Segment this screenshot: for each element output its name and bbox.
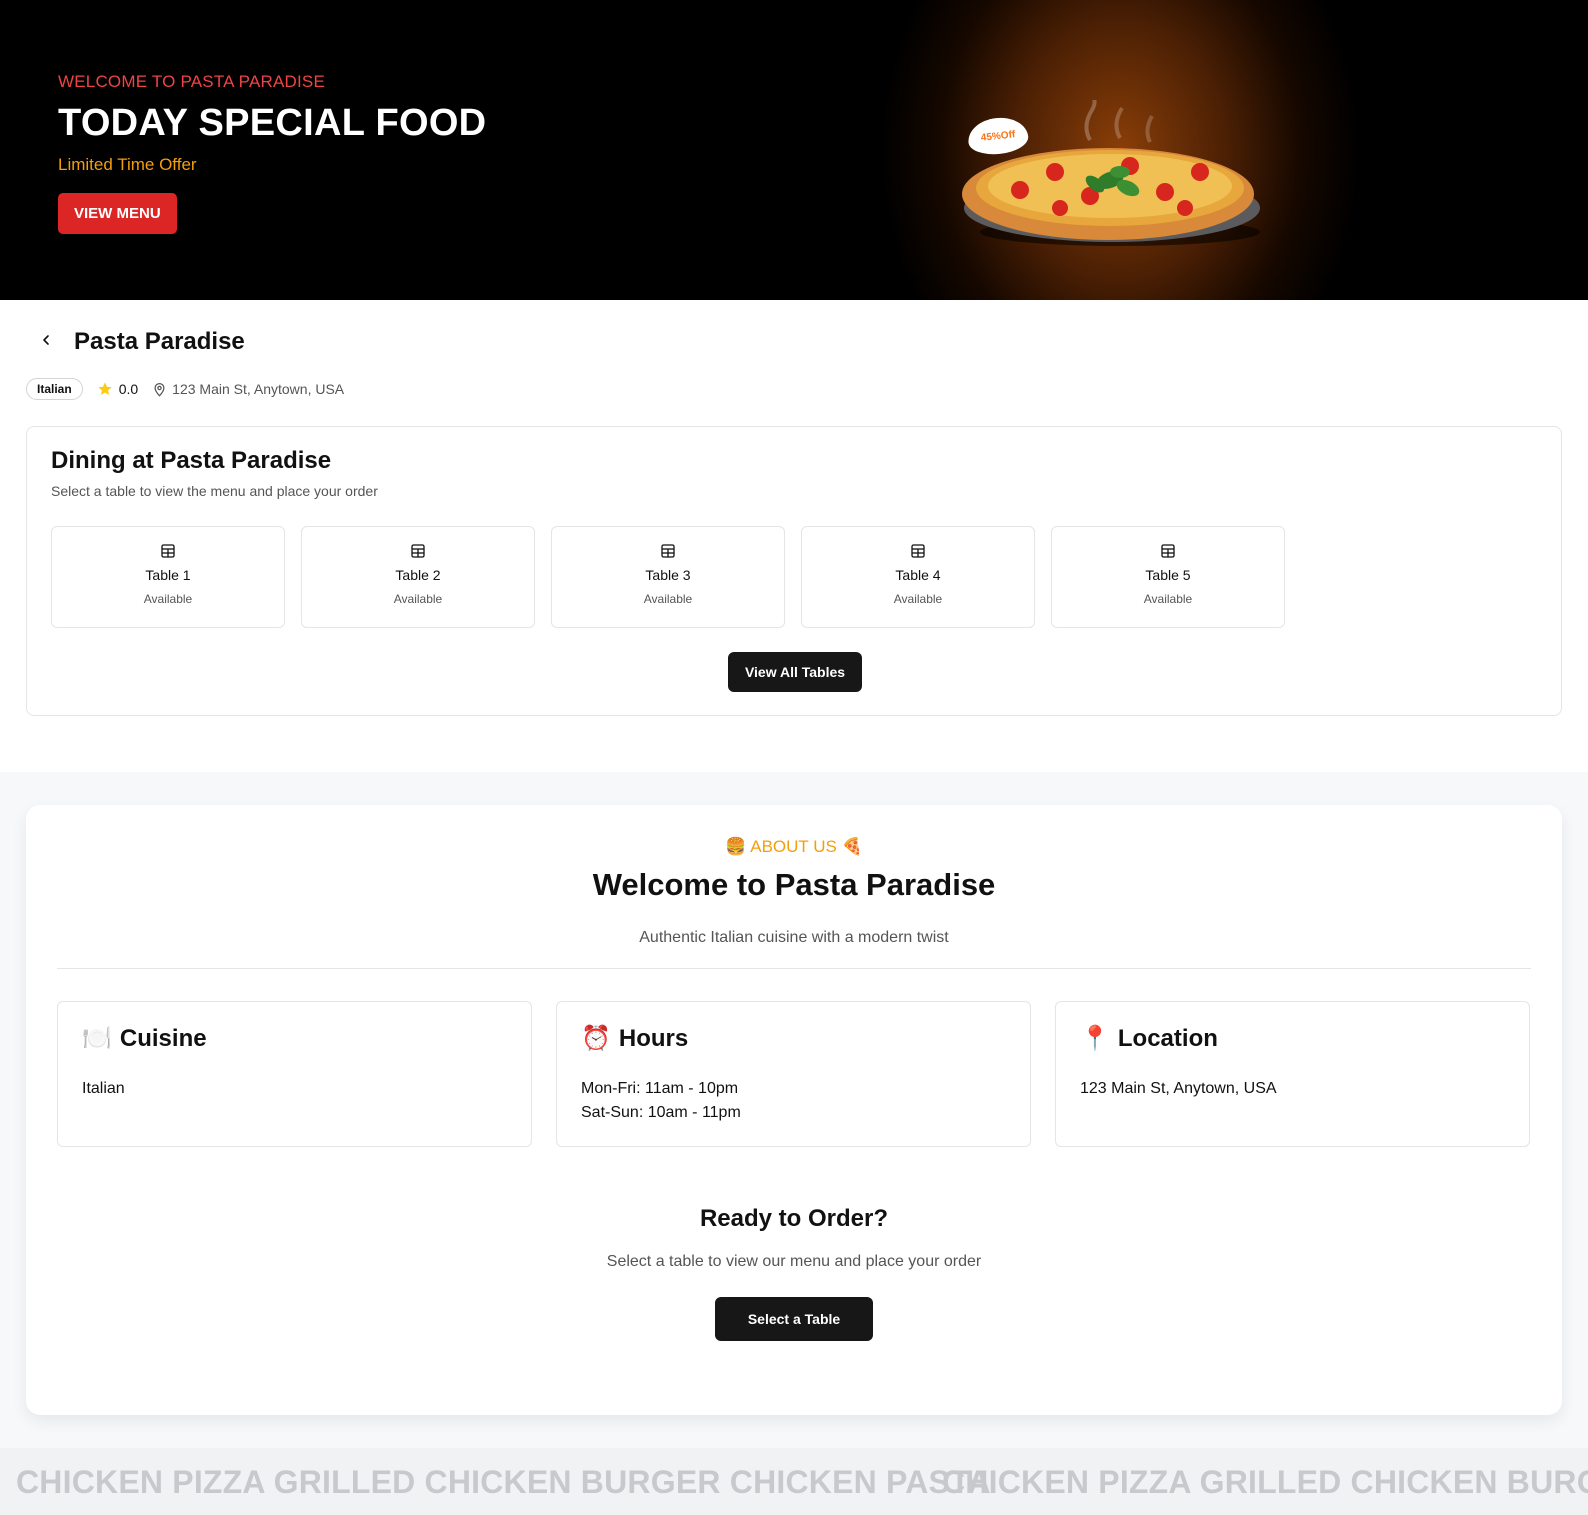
dining-subtitle: Select a table to view the menu and plac… — [51, 483, 378, 499]
table-grid-icon — [161, 544, 175, 558]
table-status: Available — [643, 592, 693, 606]
table-card-1[interactable]: Table 1 Available — [51, 526, 285, 628]
hours-card-body: Mon-Fri: 11am - 10pm Sat-Sun: 10am - 11p… — [581, 1077, 1006, 1125]
location-card: 📍 Location 123 Main St, Anytown, USA — [1055, 1001, 1530, 1147]
table-status: Available — [143, 592, 193, 606]
plate-icon: 🍽️ — [82, 1025, 112, 1052]
address-text: 123 Main St, Anytown, USA — [172, 381, 345, 397]
table-grid-icon — [411, 544, 425, 558]
about-card: 🍔 ABOUT US 🍕 Welcome to Pasta Paradise A… — [26, 805, 1562, 1415]
marquee-text: CHICKEN PIZZA GRILLED CHICKEN BURGER CHI… — [16, 1464, 991, 1500]
table-grid-icon — [911, 544, 925, 558]
table-list: Table 1 Available Table 2 Available Tabl… — [51, 526, 1285, 628]
hero-title: TODAY SPECIAL FOOD — [58, 102, 487, 144]
view-menu-button[interactable]: VIEW MENU — [58, 193, 177, 234]
cuisine-value: Italian — [82, 1080, 125, 1097]
rating-value: 0.0 — [118, 381, 139, 397]
table-grid-icon — [661, 544, 675, 558]
location-value: 123 Main St, Anytown, USA — [1080, 1080, 1277, 1097]
table-name: Table 4 — [895, 567, 941, 583]
food-marquee: CHICKEN PIZZA GRILLED CHICKEN BURGER CHI… — [0, 1448, 1588, 1515]
location-card-header: 📍 Location — [1080, 1024, 1505, 1053]
map-pin-icon — [154, 382, 165, 397]
hero-offer: Limited Time Offer — [58, 155, 197, 174]
ready-subtitle: Select a table to view our menu and plac… — [606, 1253, 982, 1270]
hours-card-title: Hours — [618, 1024, 689, 1052]
table-name: Table 2 — [395, 567, 441, 583]
cuisine-card-header: 🍽️ Cuisine — [82, 1024, 507, 1053]
rating: 0.0 — [97, 381, 138, 397]
table-name: Table 3 — [645, 567, 691, 583]
chevron-left-icon — [43, 335, 49, 345]
table-card-3[interactable]: Table 3 Available — [551, 526, 785, 628]
table-card-4[interactable]: Table 4 Available — [801, 526, 1035, 628]
marquee-text: CHICKEN PIZZA GRILLED CHICKEN BURGER — [942, 1464, 1588, 1500]
table-status: Available — [1143, 592, 1193, 606]
table-status: Available — [393, 592, 443, 606]
cuisine-card-body: Italian — [82, 1077, 507, 1101]
location: 123 Main St, Anytown, USA — [152, 381, 344, 397]
hours-card: ⏰ Hours Mon-Fri: 11am - 10pm Sat-Sun: 10… — [556, 1001, 1031, 1147]
hours-card-header: ⏰ Hours — [581, 1024, 1006, 1053]
table-grid-icon — [1161, 544, 1175, 558]
star-icon — [98, 382, 112, 395]
divider — [57, 968, 1531, 969]
hours-weekend: Sat-Sun: 10am - 11pm — [581, 1104, 741, 1121]
table-card-5[interactable]: Table 5 Available — [1051, 526, 1285, 628]
cuisine-tag: Italian — [26, 378, 83, 400]
about-subtitle: Authentic Italian cuisine with a modern … — [639, 929, 949, 946]
pushpin-icon: 📍 — [1080, 1025, 1110, 1052]
table-name: Table 5 — [1145, 567, 1191, 583]
ready-title: Ready to Order? — [699, 1205, 889, 1232]
restaurant-name: Pasta Paradise — [74, 328, 245, 355]
hours-weekday: Mon-Fri: 11am - 10pm — [581, 1080, 739, 1097]
hero-kicker: WELCOME TO PASTA PARADISE — [58, 72, 325, 91]
cuisine-card-title: Cuisine — [119, 1024, 207, 1052]
table-name: Table 1 — [145, 567, 191, 583]
location-card-body: 123 Main St, Anytown, USA — [1080, 1077, 1505, 1101]
about-kicker: 🍔 ABOUT US 🍕 — [725, 837, 863, 856]
info-cards: 🍽️ Cuisine Italian ⏰ Hours Mon-Fri: 11am… — [57, 1001, 1530, 1147]
restaurant-meta: Italian 0.0 123 Main St, Anytown, USA — [26, 378, 344, 400]
view-all-tables-button[interactable]: View All Tables — [728, 652, 862, 692]
table-card-2[interactable]: Table 2 Available — [301, 526, 535, 628]
location-card-title: Location — [1117, 1024, 1218, 1052]
cuisine-card: 🍽️ Cuisine Italian — [57, 1001, 532, 1147]
hero-banner: WELCOME TO PASTA PARADISE TODAY SPECIAL … — [0, 0, 1588, 300]
table-status: Available — [893, 592, 943, 606]
hero-content: WELCOME TO PASTA PARADISE TODAY SPECIAL … — [58, 72, 486, 234]
back-button[interactable] — [36, 330, 56, 350]
select-table-button[interactable]: Select a Table — [715, 1297, 873, 1341]
alarm-clock-icon: ⏰ — [581, 1025, 611, 1052]
dining-title: Dining at Pasta Paradise — [51, 447, 332, 474]
dining-card: Dining at Pasta Paradise Select a table … — [26, 426, 1562, 716]
about-title: Welcome to Pasta Paradise — [592, 867, 996, 902]
